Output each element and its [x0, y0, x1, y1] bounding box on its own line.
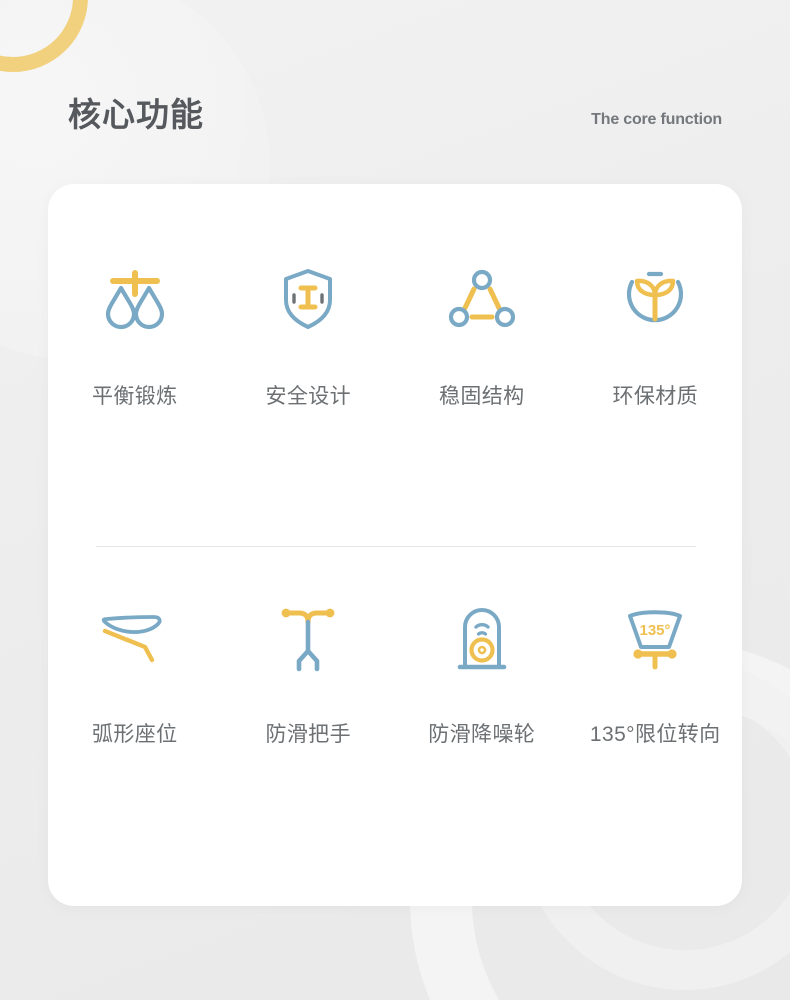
- feature-item-handlebar[interactable]: 防滑把手: [222, 602, 396, 748]
- page-title: 核心功能: [68, 96, 204, 133]
- section-header: 核心功能 The core function: [0, 98, 790, 156]
- feature-item-steering[interactable]: 135° 135°限位转向: [569, 602, 743, 748]
- feature-row-one: 平衡锻炼 安全设计 稳固结构 环保材质: [48, 262, 742, 410]
- feature-label: 防滑把手: [265, 723, 352, 746]
- feature-row-two: 弧形座位 防滑把手 防滑降噪轮 135° 135°限位转向: [48, 602, 742, 748]
- feature-label: 弧形座位: [91, 723, 178, 746]
- handlebar-icon: [271, 602, 345, 676]
- shield-icon: [271, 262, 345, 336]
- feature-item-balance[interactable]: 平衡锻炼: [48, 262, 222, 410]
- quiet-wheel-icon: [445, 602, 519, 676]
- feature-label: 稳固结构: [438, 385, 525, 408]
- page-subtitle: The core function: [591, 111, 722, 128]
- curved-seat-icon: [98, 602, 172, 676]
- features-card: 平衡锻炼 安全设计 稳固结构 环保材质 弧形座位 防滑把手 防滑降噪轮 135°…: [48, 184, 742, 906]
- feature-item-structure[interactable]: 稳固结构: [395, 262, 569, 410]
- feature-item-eco[interactable]: 环保材质: [569, 262, 743, 410]
- balance-scale-icon: [98, 262, 172, 336]
- feature-item-safety[interactable]: 安全设计: [222, 262, 396, 410]
- feature-label: 防滑降噪轮: [428, 723, 536, 746]
- steering-limit-icon: 135°: [618, 602, 692, 676]
- feature-label: 135°限位转向: [589, 723, 721, 746]
- steering-angle-badge: 135°: [640, 622, 671, 639]
- feature-label: 安全设计: [265, 385, 352, 408]
- feature-item-wheel[interactable]: 防滑降噪轮: [395, 602, 569, 748]
- triangle-structure-icon: [445, 262, 519, 336]
- feature-label: 平衡锻炼: [91, 385, 178, 408]
- feature-label: 环保材质: [612, 385, 699, 408]
- feature-item-seat[interactable]: 弧形座位: [48, 602, 222, 748]
- sprout-icon: [618, 262, 692, 336]
- row-divider: [96, 546, 696, 547]
